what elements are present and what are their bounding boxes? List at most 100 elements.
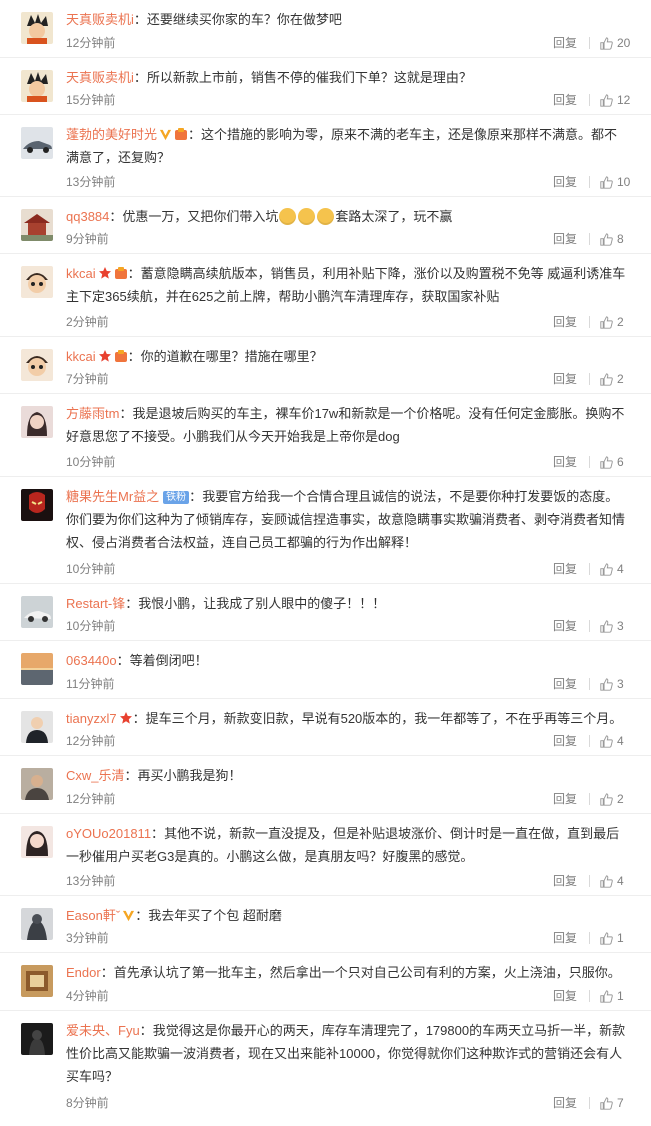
- username[interactable]: 天真贩卖机i: [66, 70, 134, 85]
- like-count: 7: [617, 1096, 624, 1110]
- avatar[interactable]: [21, 711, 53, 743]
- comment-item: Restart-锋：我恨小鹏，让我成了别人眼中的傻子！！！ 10分钟前 回复 3: [0, 584, 651, 641]
- like-count: 20: [617, 36, 631, 50]
- avatar[interactable]: [21, 209, 53, 241]
- timestamp: 13分钟前: [66, 874, 116, 888]
- divider: [589, 875, 590, 887]
- avatar[interactable]: [21, 406, 53, 438]
- avatar[interactable]: [21, 12, 53, 44]
- like-count: 1: [617, 931, 624, 945]
- comment-text: 首先承认坑了第一批车主，然后拿出一个只对自己公司有利的方案，火上浇油，只服你。: [113, 965, 621, 980]
- like-thumb-icon[interactable]: [600, 93, 613, 107]
- username[interactable]: kkcai: [66, 349, 96, 364]
- like-thumb-icon[interactable]: [600, 734, 613, 748]
- username[interactable]: Restart-锋: [66, 596, 125, 611]
- reply-button[interactable]: 回复: [553, 371, 577, 387]
- avatar[interactable]: [21, 965, 53, 997]
- timestamp: 12分钟前: [66, 734, 116, 748]
- like-count: 4: [617, 874, 624, 888]
- like-thumb-icon[interactable]: [600, 619, 613, 633]
- username[interactable]: 天真贩卖机i: [66, 12, 134, 27]
- like-thumb-icon[interactable]: [600, 931, 613, 945]
- reply-button[interactable]: 回复: [553, 873, 577, 889]
- comment-text: 等着倒闭吧！: [129, 653, 208, 668]
- avatar[interactable]: [21, 768, 53, 800]
- like-thumb-icon[interactable]: [600, 874, 613, 888]
- like-thumb-icon[interactable]: [600, 232, 613, 246]
- like-thumb-icon[interactable]: [600, 175, 613, 189]
- star-icon: [98, 350, 111, 362]
- reply-button[interactable]: 回复: [553, 618, 577, 634]
- like-thumb-icon[interactable]: [600, 36, 613, 50]
- reply-button[interactable]: 回复: [553, 930, 577, 946]
- reply-button[interactable]: 回复: [553, 174, 577, 190]
- avatar[interactable]: [21, 127, 53, 159]
- like-count: 10: [617, 175, 631, 189]
- reply-button[interactable]: 回复: [553, 676, 577, 692]
- avatar[interactable]: [21, 349, 53, 381]
- like-count: 6: [617, 455, 624, 469]
- like-thumb-icon[interactable]: [600, 792, 613, 806]
- comment-text: 我去年买了个包 超耐磨: [148, 908, 282, 923]
- reply-button[interactable]: 回复: [553, 231, 577, 247]
- username[interactable]: 爱未央、Fyu: [66, 1023, 140, 1038]
- comment-item: 方藤雨tm：我是退坡后购买的车主，裸车价17w和新款是一个价格呢。没有任何定金膨…: [0, 394, 651, 477]
- comment-item: tianyzxl7 ：提车三个月，新款变旧款，早说有520版本的，我一年都等了，不…: [0, 699, 651, 756]
- reply-button[interactable]: 回复: [553, 791, 577, 807]
- like-count: 12: [617, 93, 631, 107]
- like-thumb-icon[interactable]: [600, 562, 613, 576]
- reply-button[interactable]: 回复: [553, 454, 577, 470]
- comment-text: 你的道歉在哪里？措施在哪里？: [140, 349, 323, 364]
- divider: [589, 990, 590, 1002]
- reply-button[interactable]: 回复: [553, 988, 577, 1004]
- username[interactable]: qq3884: [66, 209, 109, 224]
- reply-button[interactable]: 回复: [553, 1095, 577, 1111]
- avatar[interactable]: [21, 596, 53, 628]
- like-count: 4: [617, 734, 624, 748]
- comment-item: Cxw_乐清：再买小鹏我是狗！ 12分钟前 回复 2: [0, 756, 651, 814]
- like-thumb-icon[interactable]: [600, 1096, 613, 1110]
- reply-button[interactable]: 回复: [553, 561, 577, 577]
- timestamp: 8分钟前: [66, 1096, 109, 1110]
- avatar[interactable]: [21, 266, 53, 298]
- like-thumb-icon[interactable]: [600, 989, 613, 1003]
- like-thumb-icon[interactable]: [600, 315, 613, 329]
- username[interactable]: 糖果先生Mr益之: [66, 489, 159, 504]
- timestamp: 9分钟前: [66, 232, 109, 246]
- username[interactable]: 063440o: [66, 653, 117, 668]
- username[interactable]: tianyzxl7: [66, 711, 117, 726]
- avatar[interactable]: [21, 70, 53, 102]
- comment-text: 我觉得这是你最开心的两天，库存车清理完了，179800的车两天立马折一半，新款性…: [66, 1023, 626, 1084]
- like-thumb-icon[interactable]: [600, 455, 613, 469]
- reply-button[interactable]: 回复: [553, 733, 577, 749]
- divider: [589, 678, 590, 690]
- timestamp: 11分钟前: [66, 677, 115, 691]
- username[interactable]: kkcai: [66, 266, 96, 281]
- avatar[interactable]: [21, 489, 53, 521]
- timestamp: 2分钟前: [66, 315, 109, 329]
- like-thumb-icon[interactable]: [600, 677, 613, 691]
- avatar[interactable]: [21, 826, 53, 858]
- username[interactable]: Endor: [66, 965, 101, 980]
- avatar[interactable]: [21, 1023, 53, 1055]
- avatar[interactable]: [21, 908, 53, 940]
- timestamp: 15分钟前: [66, 93, 116, 107]
- timestamp: 10分钟前: [66, 562, 116, 576]
- timestamp: 12分钟前: [66, 792, 116, 806]
- username[interactable]: Eason軒ˇ: [66, 908, 120, 923]
- username[interactable]: Cxw_乐清: [66, 768, 125, 783]
- username[interactable]: oYOUo201811: [66, 826, 151, 841]
- avatar[interactable]: [21, 653, 53, 685]
- reply-button[interactable]: 回复: [553, 92, 577, 108]
- like-count: 3: [617, 677, 624, 691]
- like-thumb-icon[interactable]: [600, 372, 613, 386]
- reply-button[interactable]: 回复: [553, 35, 577, 51]
- username[interactable]: 方藤雨tm: [66, 406, 119, 421]
- reply-button[interactable]: 回复: [553, 314, 577, 330]
- divider: [589, 94, 590, 106]
- comment-item: oYOUo201811：其他不说，新款一直没提及，但是补贴退坡涨价、倒计时是一直…: [0, 814, 651, 896]
- timestamp: 7分钟前: [66, 372, 109, 386]
- member-badge-icon: [114, 267, 127, 279]
- username[interactable]: 蓬勃的美好时光: [66, 127, 157, 142]
- divider: [589, 456, 590, 468]
